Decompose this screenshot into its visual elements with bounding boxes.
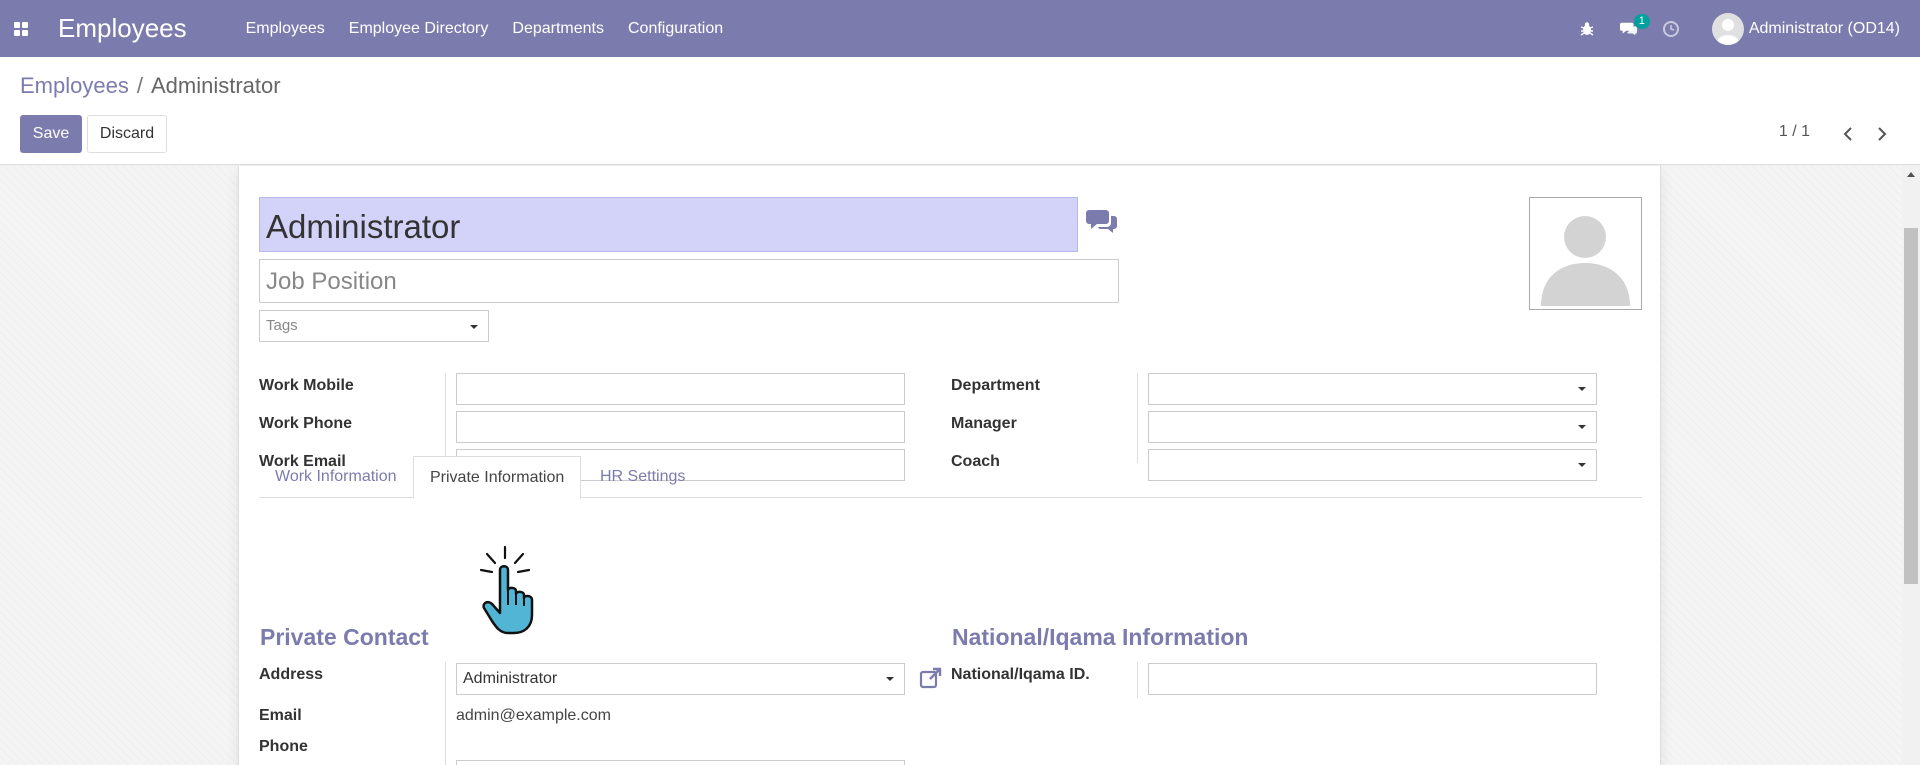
menu-configuration[interactable]: Configuration — [616, 0, 735, 57]
breadcrumb-current: Administrator — [150, 73, 281, 98]
phone-label: Phone — [259, 738, 308, 755]
scrollbar[interactable] — [1902, 166, 1920, 765]
main-menu: Employees Employee Directory Departments… — [234, 0, 736, 57]
caret-down-icon — [470, 325, 478, 329]
breadcrumb-separator: / — [136, 73, 143, 98]
pager-value[interactable]: 1 / 1 — [1779, 123, 1810, 141]
avatar — [1711, 12, 1744, 45]
tab-work-information[interactable]: Work Information — [259, 456, 413, 498]
caret-down-icon — [1578, 425, 1586, 429]
manager-select[interactable] — [1148, 411, 1597, 443]
phone-input[interactable] — [456, 760, 905, 765]
job-position-input[interactable]: Job Position — [259, 259, 1119, 303]
manager-label: Manager — [951, 415, 1017, 432]
address-label: Address — [259, 666, 324, 683]
work-phone-input[interactable] — [456, 411, 905, 443]
national-info-title: National/Iqama Information — [952, 624, 1249, 650]
email-label: Email — [259, 707, 302, 724]
work-mobile-label: Work Mobile — [259, 377, 354, 394]
user-menu[interactable]: Administrator (OD14) — [1711, 12, 1900, 45]
national-id-input[interactable] — [1148, 663, 1597, 695]
chat-messages-icon[interactable]: 1 — [1619, 13, 1650, 38]
tab-hr-settings[interactable]: HR Settings — [584, 456, 701, 498]
national-id-label: National/Iqama ID. — [951, 666, 1090, 683]
top-navbar: Employees Employees Employee Directory D… — [0, 0, 1920, 57]
work-phone-label: Work Phone — [259, 415, 353, 432]
scrollbar-thumb[interactable] — [1904, 228, 1918, 584]
bug-icon[interactable] — [1578, 20, 1596, 38]
notebook-tabs: Work Information Private Information HR … — [259, 456, 1642, 499]
field-divider — [445, 662, 446, 765]
work-mobile-input[interactable] — [456, 373, 905, 405]
breadcrumb-parent[interactable]: Employees — [20, 73, 129, 99]
breadcrumb: Employees / Administrator — [20, 73, 281, 99]
private-contact-title: Private Contact — [260, 624, 429, 650]
form-sheet: Administrator Job Position Tags Work Mob… — [238, 166, 1661, 765]
hand-pointer-icon — [478, 545, 548, 640]
discard-button[interactable]: Discard — [87, 115, 167, 153]
app-brand[interactable]: Employees — [58, 13, 187, 44]
field-divider — [1137, 373, 1138, 463]
tags-select[interactable]: Tags — [259, 310, 489, 342]
chat-badge: 1 — [1633, 13, 1650, 29]
clock-activity-icon[interactable] — [1662, 20, 1680, 38]
address-select[interactable]: Administrator — [456, 663, 905, 695]
caret-down-icon — [886, 677, 894, 681]
employee-photo[interactable] — [1529, 197, 1642, 310]
tags-placeholder: Tags — [266, 317, 298, 334]
department-select[interactable] — [1148, 373, 1597, 405]
tab-private-information[interactable]: Private Information — [413, 456, 582, 499]
scroll-up-arrow-icon[interactable] — [1907, 172, 1915, 177]
department-label: Department — [951, 377, 1040, 394]
control-panel: Employees / Administrator Save Discard 1… — [0, 57, 1920, 165]
menu-departments[interactable]: Departments — [500, 0, 616, 57]
menu-employee-directory[interactable]: Employee Directory — [337, 0, 501, 57]
menu-employees[interactable]: Employees — [234, 0, 337, 57]
pager-next-icon[interactable] — [1872, 123, 1892, 145]
apps-menu-icon[interactable] — [14, 21, 30, 36]
address-value: Administrator — [463, 670, 558, 687]
email-value: admin@example.com — [456, 707, 611, 724]
field-divider — [1137, 662, 1138, 698]
user-name: Administrator (OD14) — [1748, 19, 1900, 37]
caret-down-icon — [1578, 387, 1586, 391]
save-button[interactable]: Save — [20, 115, 82, 153]
chat-icon[interactable] — [1086, 207, 1120, 242]
employee-name-input[interactable]: Administrator — [259, 197, 1078, 252]
pager-previous-icon[interactable] — [1838, 123, 1858, 145]
navbar-systray: 1 Administrator (OD14) — [1554, 12, 1900, 45]
external-link-icon[interactable] — [919, 666, 943, 695]
field-divider — [445, 373, 446, 463]
